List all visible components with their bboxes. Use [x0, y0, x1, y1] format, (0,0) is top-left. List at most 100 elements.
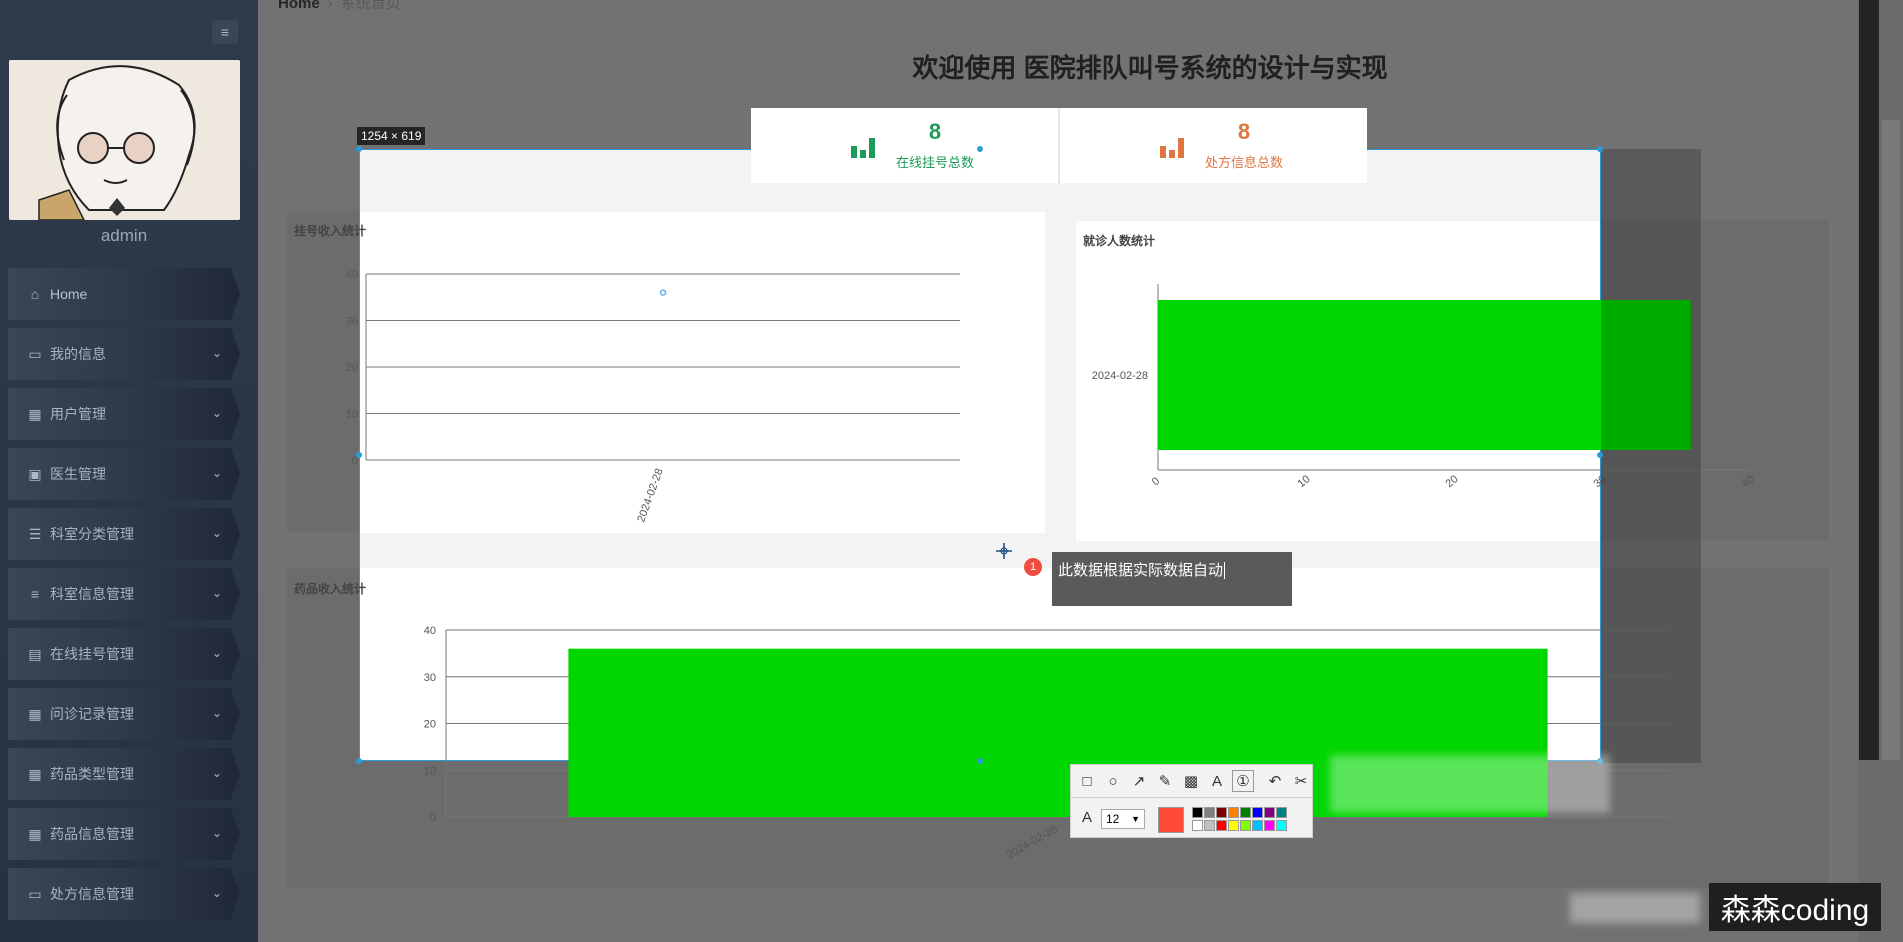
annotation-text-box[interactable]: 此数据根据实际数据自动	[1052, 552, 1292, 606]
palette-color-swatch[interactable]	[1192, 820, 1203, 831]
chevron-down-icon: ▼	[1131, 814, 1140, 824]
sidebar-item-label: 用户管理	[50, 406, 106, 422]
y-tick-label: 40	[346, 269, 358, 281]
sidebar: ≡ admin ⌂ Home ▭ 我的信息 ⌄ ▦ 用户管理 ⌄ ▣ 医生管理 …	[0, 0, 258, 942]
text-tool-icon[interactable]: A	[1206, 770, 1228, 792]
current-color-swatch[interactable]	[1158, 807, 1184, 833]
sidebar-menu: ⌂ Home ▭ 我的信息 ⌄ ▦ 用户管理 ⌄ ▣ 医生管理 ⌄ ☰ 科室分类…	[8, 268, 240, 928]
sidebar-item-label: 问诊记录管理	[50, 706, 134, 722]
font-size-select[interactable]: 12 ▼	[1101, 809, 1145, 829]
scrollbar-track	[1859, 0, 1879, 760]
avatar-illustration	[9, 60, 240, 220]
palette-color-swatch[interactable]	[1240, 807, 1251, 818]
chevron-down-icon: ⌄	[211, 706, 222, 720]
annotation-index-badge: 1	[1024, 558, 1042, 576]
chevron-down-icon: ⌄	[211, 646, 222, 660]
scrollbar-thumb[interactable]	[1882, 120, 1900, 760]
palette-color-swatch[interactable]	[1264, 807, 1275, 818]
breadcrumb-home[interactable]: Home	[278, 0, 320, 12]
palette-color-swatch[interactable]	[1204, 807, 1215, 818]
palette-color-swatch[interactable]	[1216, 807, 1227, 818]
sidebar-item-online-registration[interactable]: ▤ 在线挂号管理 ⌄	[8, 628, 240, 680]
grid-icon: ▦	[28, 405, 42, 422]
blurred-region	[1330, 755, 1610, 813]
grid-icon: ▦	[28, 825, 42, 842]
stat-label: 处方信息总数	[1204, 155, 1283, 170]
palette-color-swatch[interactable]	[1216, 820, 1227, 831]
palette-color-swatch[interactable]	[1240, 820, 1251, 831]
y-tick-label: 40	[424, 625, 436, 637]
blurred-region	[1570, 893, 1700, 923]
x-tick-label: 20	[1444, 473, 1461, 490]
y-tick-label: 30	[346, 316, 358, 328]
home-icon: ⌂	[30, 286, 40, 302]
sidebar-item-user-management[interactable]: ▦ 用户管理 ⌄	[8, 388, 240, 440]
selection-size-label: 1254 × 619	[357, 127, 426, 145]
sidebar-item-home[interactable]: ⌂ Home	[8, 268, 240, 320]
mosaic-tool-icon[interactable]: ▩	[1180, 770, 1202, 792]
scissors-icon[interactable]: ✂	[1290, 770, 1312, 792]
chevron-down-icon: ⌄	[211, 346, 222, 360]
font-size-value: 12	[1106, 812, 1120, 826]
resize-handle[interactable]	[356, 758, 362, 764]
y-tick-label: 0	[430, 812, 436, 824]
sidebar-item-department-info[interactable]: ≡ 科室信息管理 ⌄	[8, 568, 240, 620]
page-title: 欢迎使用 医院排队叫号系统的设计与实现	[912, 53, 1388, 83]
x-tick-label: 10	[1296, 473, 1313, 490]
chevron-down-icon: ⌄	[211, 826, 222, 840]
palette-color-swatch[interactable]	[1204, 820, 1215, 831]
palette-color-swatch[interactable]	[1192, 807, 1203, 818]
palette-color-swatch[interactable]	[1276, 807, 1287, 818]
palette-color-swatch[interactable]	[1252, 807, 1263, 818]
visits-title: 就诊人数统计	[1083, 234, 1156, 248]
y-tick-label: 30	[424, 672, 436, 684]
stat-value: 8	[1237, 119, 1251, 144]
doctor-icon: ▣	[28, 465, 42, 482]
sidebar-item-label: 我的信息	[50, 346, 106, 362]
pencil-tool-icon[interactable]: ✎	[1154, 770, 1176, 792]
avatar	[9, 60, 240, 220]
palette-color-swatch[interactable]	[1228, 820, 1239, 831]
palette-color-swatch[interactable]	[1252, 820, 1263, 831]
sidebar-item-label: 药品信息管理	[50, 826, 134, 842]
registration-income-title: 挂号收入统计	[294, 224, 367, 238]
stat-label: 在线挂号总数	[895, 155, 974, 170]
y-tick-label: 20	[346, 362, 358, 374]
rectangle-tool-icon[interactable]: □	[1076, 770, 1098, 792]
dim-overlay-right	[1601, 149, 1701, 763]
chevron-down-icon: ⌄	[211, 586, 222, 600]
x-tick-label: 2024-02-28	[635, 467, 666, 524]
clipboard-icon: ▤	[28, 645, 42, 662]
sidebar-item-drug-type[interactable]: ▦ 药品类型管理 ⌄	[8, 748, 240, 800]
resize-handle[interactable]	[1597, 146, 1603, 152]
sidebar-item-my-info[interactable]: ▭ 我的信息 ⌄	[8, 328, 240, 380]
sidebar-item-doctor-management[interactable]: ▣ 医生管理 ⌄	[8, 448, 240, 500]
resize-handle[interactable]	[977, 758, 983, 764]
grid-icon: ▦	[28, 765, 42, 782]
sidebar-item-consultation-records[interactable]: ▦ 问诊记录管理 ⌄	[8, 688, 240, 740]
palette-color-swatch[interactable]	[1228, 807, 1239, 818]
sidebar-item-department-category[interactable]: ☰ 科室分类管理 ⌄	[8, 508, 240, 560]
ellipse-tool-icon[interactable]: ○	[1102, 770, 1124, 792]
arrow-tool-icon[interactable]: ↗	[1128, 770, 1150, 792]
sidebar-item-drug-info[interactable]: ▦ 药品信息管理 ⌄	[8, 808, 240, 860]
resize-handle[interactable]	[977, 146, 983, 152]
resize-handle[interactable]	[356, 146, 362, 152]
crosshair-cursor-icon	[996, 543, 1012, 559]
text-caret	[1224, 562, 1226, 579]
palette-color-swatch[interactable]	[1264, 820, 1275, 831]
y-tick-label: 20	[424, 719, 436, 731]
list-icon: ≡	[30, 586, 40, 602]
number-tool-icon[interactable]: ①	[1232, 770, 1254, 792]
y-tick-label: 10	[424, 765, 436, 777]
font-icon: A	[1081, 808, 1092, 826]
collapse-menu-button[interactable]: ≡	[212, 20, 238, 44]
sidebar-item-label: 处方信息管理	[50, 886, 134, 902]
undo-icon[interactable]: ↶	[1264, 770, 1286, 792]
chevron-down-icon: ⌄	[211, 406, 222, 420]
sidebar-item-prescription-info[interactable]: ▭ 处方信息管理 ⌄	[8, 868, 240, 920]
palette-color-swatch[interactable]	[1276, 820, 1287, 831]
resize-handle[interactable]	[356, 452, 362, 458]
x-tick-label: 0	[1150, 475, 1162, 488]
resize-handle[interactable]	[1597, 452, 1603, 458]
